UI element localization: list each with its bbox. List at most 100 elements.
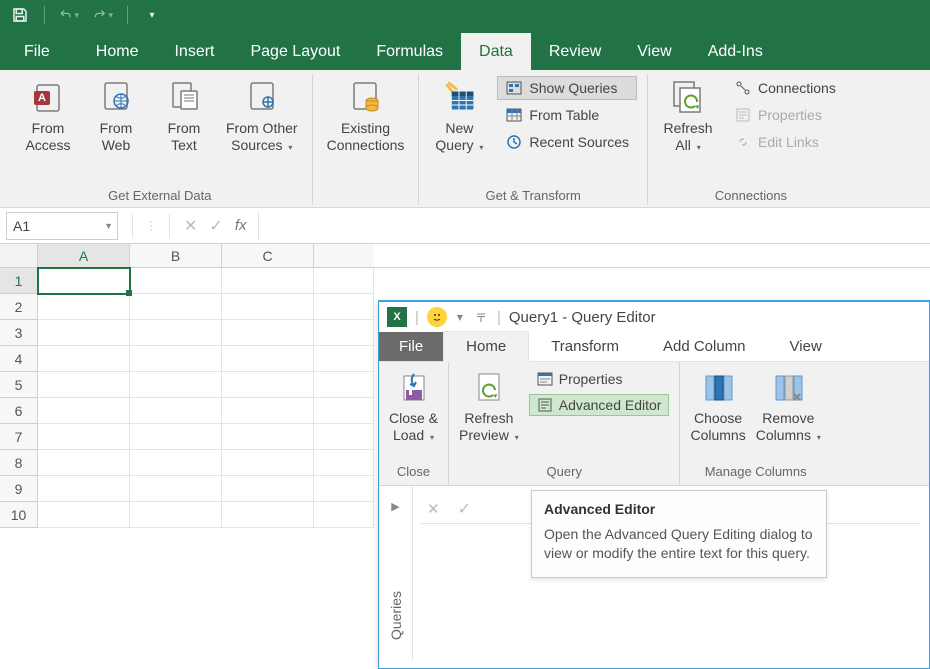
- cell[interactable]: [130, 346, 222, 372]
- cell[interactable]: [38, 450, 130, 476]
- cell[interactable]: [314, 398, 374, 424]
- close-and-load-button[interactable]: Close & Load ▾: [389, 366, 438, 444]
- column-header[interactable]: B: [130, 244, 222, 267]
- cell[interactable]: [38, 294, 130, 320]
- row-header[interactable]: 5: [0, 372, 38, 398]
- row-header[interactable]: 2: [0, 294, 38, 320]
- from-table-button[interactable]: From Table: [497, 103, 637, 127]
- from-other-sources-button[interactable]: From Other Sources ▾: [222, 74, 302, 154]
- cell[interactable]: [314, 294, 374, 320]
- cell[interactable]: [222, 502, 314, 528]
- cell[interactable]: [38, 502, 130, 528]
- new-query-button[interactable]: New Query ▾: [429, 74, 489, 154]
- cell[interactable]: [314, 372, 374, 398]
- cell[interactable]: [222, 398, 314, 424]
- qe-properties-button[interactable]: Properties: [529, 368, 670, 390]
- cell[interactable]: [222, 294, 314, 320]
- cell[interactable]: [314, 476, 374, 502]
- cell[interactable]: [222, 346, 314, 372]
- tab-home[interactable]: Home: [78, 33, 157, 70]
- row-header[interactable]: 4: [0, 346, 38, 372]
- cell[interactable]: [130, 476, 222, 502]
- cell[interactable]: [38, 424, 130, 450]
- cell[interactable]: [130, 450, 222, 476]
- cell[interactable]: [222, 268, 314, 294]
- existing-connections-button[interactable]: Existing Connections: [323, 74, 409, 154]
- formula-input[interactable]: [258, 212, 930, 240]
- tab-file[interactable]: File: [14, 33, 78, 70]
- cell[interactable]: [130, 294, 222, 320]
- feedback-icon[interactable]: [427, 307, 447, 327]
- choose-columns-button[interactable]: Choose Columns: [690, 366, 745, 444]
- column-header[interactable]: A: [38, 244, 130, 267]
- cell[interactable]: [222, 450, 314, 476]
- from-access-label: From Access: [25, 116, 70, 154]
- choose-columns-icon: [700, 370, 736, 406]
- row-header[interactable]: 3: [0, 320, 38, 346]
- tab-view[interactable]: View: [619, 33, 689, 70]
- cell[interactable]: [38, 320, 130, 346]
- cell[interactable]: [130, 372, 222, 398]
- row-header[interactable]: 10: [0, 502, 38, 528]
- tab-page-layout[interactable]: Page Layout: [232, 33, 358, 70]
- undo-icon[interactable]: ▾: [59, 5, 79, 25]
- tab-review[interactable]: Review: [531, 33, 619, 70]
- row-header[interactable]: 9: [0, 476, 38, 502]
- fill-handle[interactable]: [126, 290, 132, 296]
- qe-tab-add-column[interactable]: Add Column: [641, 332, 768, 361]
- tab-addins[interactable]: Add-Ins: [690, 33, 781, 70]
- cell[interactable]: [222, 320, 314, 346]
- cell[interactable]: [38, 476, 130, 502]
- qat-caret-icon[interactable]: ▾: [455, 310, 465, 324]
- recent-sources-button[interactable]: Recent Sources: [497, 130, 637, 154]
- expand-pane-icon[interactable]: ▶: [391, 500, 399, 513]
- cell[interactable]: [314, 268, 374, 294]
- select-all-corner[interactable]: [0, 244, 38, 267]
- cell[interactable]: [130, 320, 222, 346]
- row-header[interactable]: 8: [0, 450, 38, 476]
- connections-button[interactable]: Connections: [726, 76, 844, 100]
- cell[interactable]: [314, 450, 374, 476]
- row-header[interactable]: 1: [0, 268, 38, 294]
- cell[interactable]: [314, 320, 374, 346]
- cell[interactable]: [38, 372, 130, 398]
- customize-qat-icon[interactable]: ▾: [142, 5, 162, 25]
- column-header[interactable]: C: [222, 244, 314, 267]
- cell[interactable]: [314, 346, 374, 372]
- namebox-dropdown-icon[interactable]: ▼: [104, 221, 113, 231]
- cell[interactable]: [314, 502, 374, 528]
- advanced-editor-button[interactable]: Advanced Editor: [529, 394, 670, 416]
- row-header[interactable]: 6: [0, 398, 38, 424]
- row-header[interactable]: 7: [0, 424, 38, 450]
- qe-tab-home[interactable]: Home: [443, 331, 529, 362]
- tab-insert[interactable]: Insert: [156, 33, 232, 70]
- cell[interactable]: [222, 424, 314, 450]
- cell[interactable]: [38, 346, 130, 372]
- redo-icon[interactable]: ▾: [93, 5, 113, 25]
- from-text-button[interactable]: From Text: [154, 74, 214, 154]
- remove-columns-button[interactable]: Remove Columns ▾: [756, 366, 821, 444]
- cell[interactable]: [130, 502, 222, 528]
- cell[interactable]: [222, 372, 314, 398]
- cell[interactable]: [130, 268, 222, 294]
- tab-formulas[interactable]: Formulas: [358, 33, 461, 70]
- refresh-preview-button[interactable]: Refresh Preview ▾: [459, 366, 519, 444]
- refresh-all-button[interactable]: Refresh All ▾: [658, 74, 718, 154]
- qe-tab-transform[interactable]: Transform: [529, 332, 641, 361]
- qe-tab-view[interactable]: View: [768, 332, 844, 361]
- cell[interactable]: [38, 398, 130, 424]
- cell[interactable]: [130, 398, 222, 424]
- save-icon[interactable]: [10, 5, 30, 25]
- cell[interactable]: [130, 424, 222, 450]
- cell[interactable]: [222, 476, 314, 502]
- cell[interactable]: [38, 268, 130, 294]
- from-access-button[interactable]: A From Access: [18, 74, 78, 154]
- tab-data[interactable]: Data: [461, 33, 531, 70]
- fx-icon[interactable]: fx: [229, 217, 253, 234]
- name-box[interactable]: A1 ▼: [6, 212, 118, 240]
- from-web-button[interactable]: From Web: [86, 74, 146, 154]
- show-queries-button[interactable]: Show Queries: [497, 76, 637, 100]
- qe-tab-file[interactable]: File: [379, 332, 443, 361]
- queries-pane-collapsed[interactable]: ▶ Queries: [379, 486, 413, 660]
- cell[interactable]: [314, 424, 374, 450]
